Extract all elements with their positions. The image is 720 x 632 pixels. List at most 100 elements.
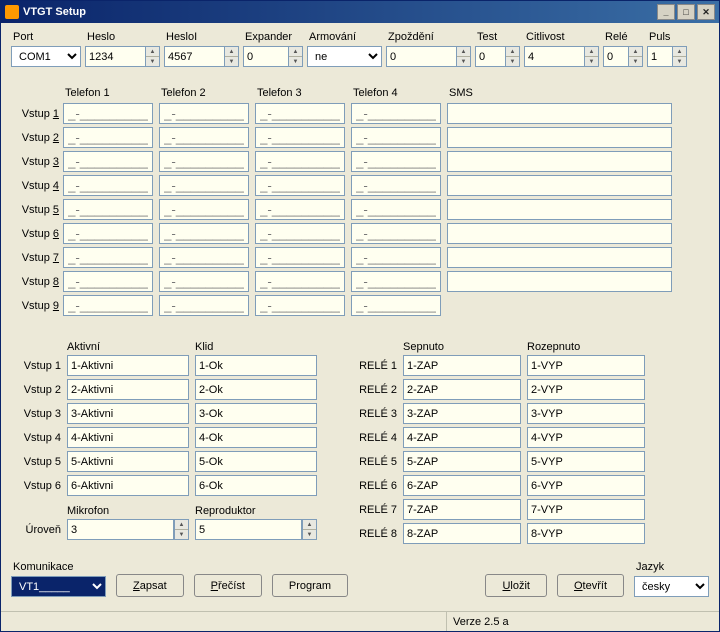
t2-input-6[interactable] <box>159 223 249 244</box>
zapsat-button[interactable]: Zapsat <box>116 574 184 597</box>
t1-input-8[interactable] <box>63 271 153 292</box>
armovani-select[interactable]: ne <box>307 46 382 67</box>
rele-input[interactable] <box>603 46 628 67</box>
t3-input-4[interactable] <box>255 175 345 196</box>
heslol-input[interactable] <box>164 46 224 67</box>
t2-input-3[interactable] <box>159 151 249 172</box>
t3-input-7[interactable] <box>255 247 345 268</box>
t4-input-5[interactable] <box>351 199 441 220</box>
t2-input-5[interactable] <box>159 199 249 220</box>
spinner-icon[interactable]: ▲▼ <box>174 519 189 540</box>
mikrofon-input[interactable] <box>67 519 174 540</box>
sms-input-5[interactable] <box>447 199 672 220</box>
t1-input-1[interactable] <box>63 103 153 124</box>
sepnuto-input-3[interactable] <box>403 403 521 424</box>
t3-input-1[interactable] <box>255 103 345 124</box>
sepnuto-input-5[interactable] <box>403 451 521 472</box>
spinner-icon[interactable]: ▲▼ <box>672 46 687 67</box>
t1-input-6[interactable] <box>63 223 153 244</box>
spinner-icon[interactable]: ▲▼ <box>628 46 643 67</box>
rozepnuto-input-6[interactable] <box>527 475 645 496</box>
klid-input-4[interactable] <box>195 427 317 448</box>
spinner-icon[interactable]: ▲▼ <box>288 46 303 67</box>
aktivni-input-5[interactable] <box>67 451 189 472</box>
spinner-icon[interactable]: ▲▼ <box>584 46 599 67</box>
maximize-button[interactable]: □ <box>677 4 695 20</box>
sepnuto-input-7[interactable] <box>403 499 521 520</box>
sms-input-8[interactable] <box>447 271 672 292</box>
t2-input-1[interactable] <box>159 103 249 124</box>
t4-input-8[interactable] <box>351 271 441 292</box>
rozepnuto-input-3[interactable] <box>527 403 645 424</box>
heslo-input[interactable] <box>85 46 145 67</box>
sepnuto-input-1[interactable] <box>403 355 521 376</box>
sepnuto-input-8[interactable] <box>403 523 521 544</box>
rozepnuto-input-5[interactable] <box>527 451 645 472</box>
sms-input-6[interactable] <box>447 223 672 244</box>
komunikace-select[interactable]: VT1_____ <box>11 576 106 597</box>
puls-input[interactable] <box>647 46 672 67</box>
t2-input-8[interactable] <box>159 271 249 292</box>
rozepnuto-input-4[interactable] <box>527 427 645 448</box>
t4-input-3[interactable] <box>351 151 441 172</box>
rozepnuto-input-1[interactable] <box>527 355 645 376</box>
t2-input-9[interactable] <box>159 295 249 316</box>
t1-input-4[interactable] <box>63 175 153 196</box>
program-button[interactable]: Program <box>272 574 348 597</box>
klid-input-6[interactable] <box>195 475 317 496</box>
test-input[interactable] <box>475 46 505 67</box>
close-button[interactable]: ✕ <box>697 4 715 20</box>
t3-input-3[interactable] <box>255 151 345 172</box>
klid-input-5[interactable] <box>195 451 317 472</box>
t2-input-4[interactable] <box>159 175 249 196</box>
expander-input[interactable] <box>243 46 288 67</box>
t1-input-7[interactable] <box>63 247 153 268</box>
t1-input-5[interactable] <box>63 199 153 220</box>
spinner-icon[interactable]: ▲▼ <box>224 46 239 67</box>
sms-input-3[interactable] <box>447 151 672 172</box>
port-select[interactable]: COM1 <box>11 46 81 67</box>
t3-input-5[interactable] <box>255 199 345 220</box>
rozepnuto-input-8[interactable] <box>527 523 645 544</box>
sepnuto-input-6[interactable] <box>403 475 521 496</box>
aktivni-input-6[interactable] <box>67 475 189 496</box>
t3-input-6[interactable] <box>255 223 345 244</box>
zpozdeni-input[interactable] <box>386 46 456 67</box>
reproduktor-input[interactable] <box>195 519 302 540</box>
sms-input-2[interactable] <box>447 127 672 148</box>
sepnuto-input-4[interactable] <box>403 427 521 448</box>
ulozit-button[interactable]: Uložit <box>485 574 547 597</box>
klid-input-3[interactable] <box>195 403 317 424</box>
otevrit-button[interactable]: Otevřít <box>557 574 624 597</box>
aktivni-input-3[interactable] <box>67 403 189 424</box>
spinner-icon[interactable]: ▲▼ <box>302 519 317 540</box>
sms-input-1[interactable] <box>447 103 672 124</box>
spinner-icon[interactable]: ▲▼ <box>145 46 160 67</box>
t4-input-6[interactable] <box>351 223 441 244</box>
spinner-icon[interactable]: ▲▼ <box>456 46 471 67</box>
t2-input-7[interactable] <box>159 247 249 268</box>
t3-input-8[interactable] <box>255 271 345 292</box>
citlivost-input[interactable] <box>524 46 584 67</box>
aktivni-input-4[interactable] <box>67 427 189 448</box>
spinner-icon[interactable]: ▲▼ <box>505 46 520 67</box>
jazyk-select[interactable]: česky <box>634 576 709 597</box>
t4-input-7[interactable] <box>351 247 441 268</box>
klid-input-1[interactable] <box>195 355 317 376</box>
t3-input-2[interactable] <box>255 127 345 148</box>
sepnuto-input-2[interactable] <box>403 379 521 400</box>
t4-input-4[interactable] <box>351 175 441 196</box>
aktivni-input-1[interactable] <box>67 355 189 376</box>
t1-input-3[interactable] <box>63 151 153 172</box>
t3-input-9[interactable] <box>255 295 345 316</box>
t1-input-9[interactable] <box>63 295 153 316</box>
rozepnuto-input-7[interactable] <box>527 499 645 520</box>
t2-input-2[interactable] <box>159 127 249 148</box>
t4-input-9[interactable] <box>351 295 441 316</box>
precist-button[interactable]: Přečíst <box>194 574 262 597</box>
klid-input-2[interactable] <box>195 379 317 400</box>
aktivni-input-2[interactable] <box>67 379 189 400</box>
t4-input-2[interactable] <box>351 127 441 148</box>
minimize-button[interactable]: _ <box>657 4 675 20</box>
rozepnuto-input-2[interactable] <box>527 379 645 400</box>
